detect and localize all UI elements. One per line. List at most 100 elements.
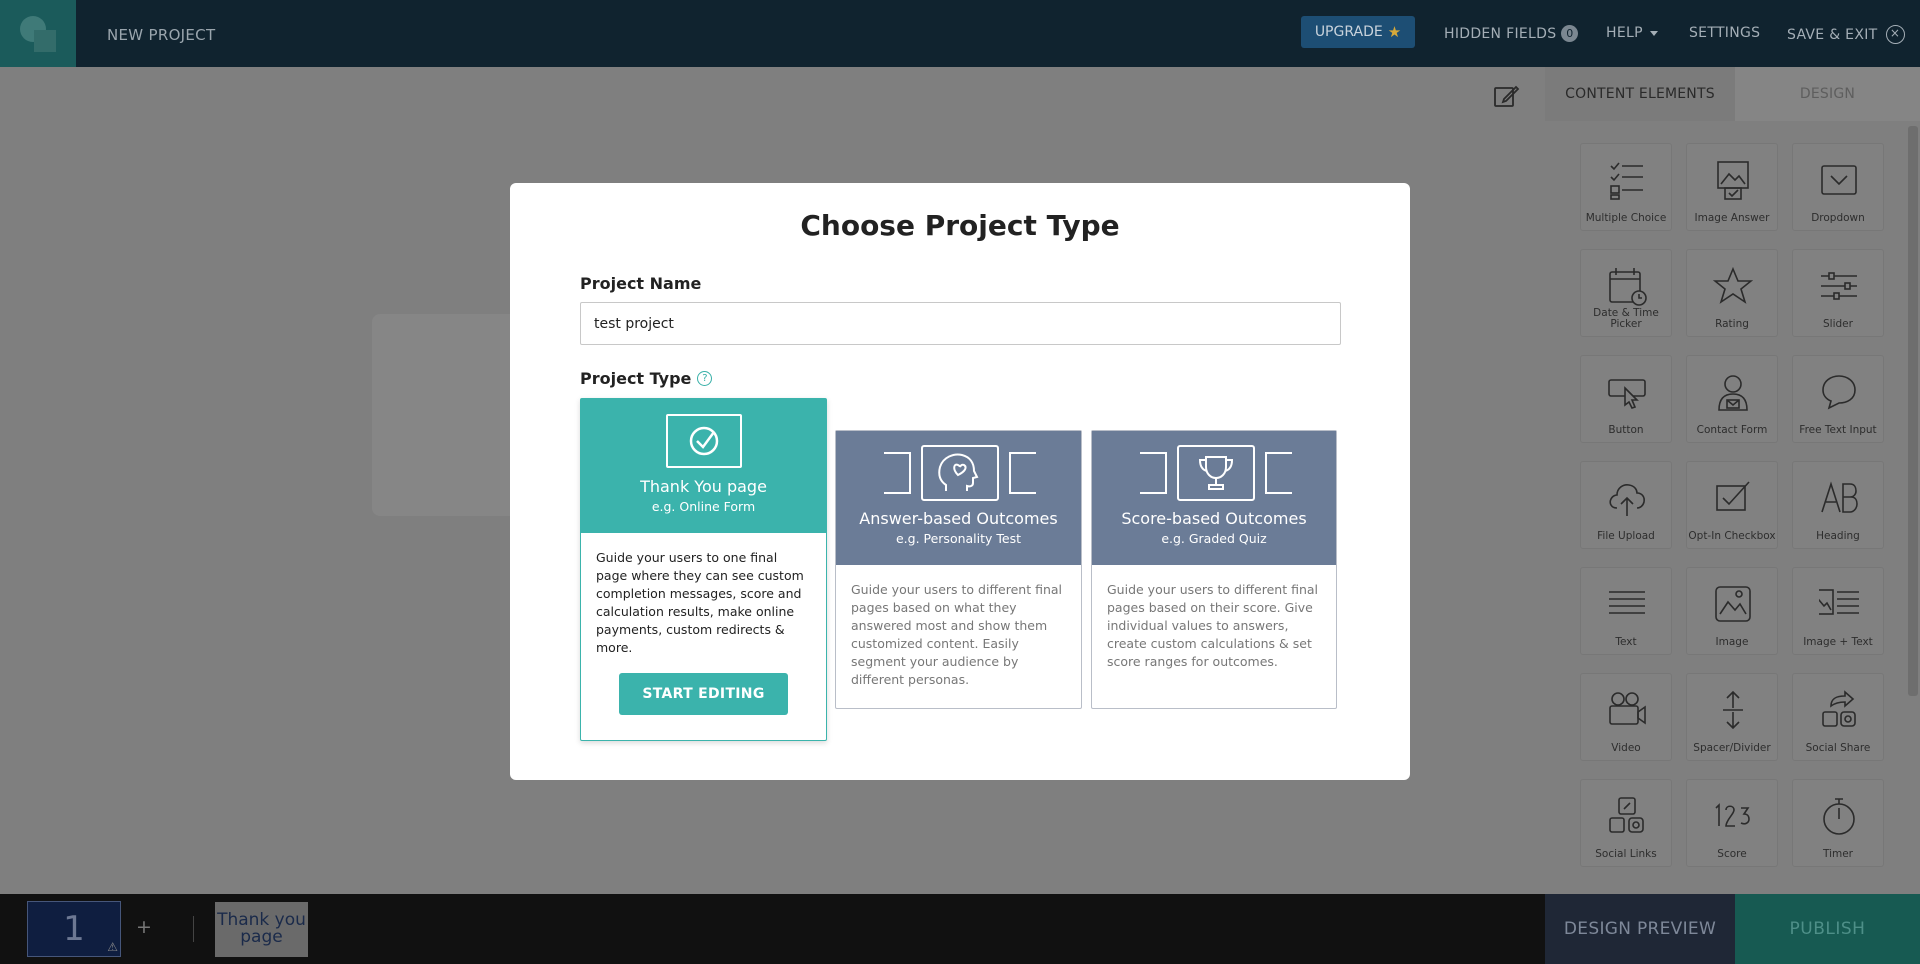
project-name-input[interactable] [580,302,1341,345]
element-social-links[interactable]: Social Links [1580,779,1672,867]
element-label: Multiple Choice [1585,212,1667,224]
app-logo[interactable] [0,0,76,67]
panel-scrollbar[interactable] [1908,126,1918,696]
element-heading[interactable]: Heading [1792,461,1884,549]
element-label: Contact Form [1696,424,1768,436]
card-header: Score-based Outcomes e.g. Graded Quiz [1092,431,1336,565]
element-image-text[interactable]: Image + Text [1792,567,1884,655]
element-label: File Upload [1597,530,1655,542]
element-label: Date & Time Picker [1593,307,1659,330]
element-label: Score [1717,848,1747,860]
settings-label: SETTINGS [1689,25,1761,41]
choose-project-type-modal: Choose Project Type Project Name Project… [510,183,1410,780]
slider-icon [1821,272,1857,300]
element-dropdown[interactable]: Dropdown [1792,143,1884,231]
speech-bubble-icon [1822,375,1856,410]
element-image-answer[interactable]: Image Answer [1686,143,1778,231]
close-icon: × [1885,25,1905,44]
element-label: Social Links [1595,848,1657,860]
card-title: Answer-based Outcomes [859,509,1058,528]
project-name-label: Project Name [580,274,702,293]
video-camera-icon [1609,692,1646,725]
card-title: Score-based Outcomes [1121,509,1307,528]
element-date-time-picker[interactable]: Date & Time Picker [1580,249,1672,337]
element-spacer-divider[interactable]: Spacer/Divider [1686,673,1778,761]
element-image[interactable]: Image [1686,567,1778,655]
project-type-card-answer-based[interactable]: Answer-based Outcomes e.g. Personality T… [835,430,1082,709]
element-label: Opt-In Checkbox [1688,530,1776,542]
contact-icon [1718,375,1748,411]
edit-icon[interactable] [1492,82,1520,110]
upgrade-button[interactable]: UPGRADE ★ [1301,16,1415,48]
element-score[interactable]: Score [1686,779,1778,867]
image-answer-icon [1717,161,1749,200]
checkmark-icon [666,414,742,468]
cursor-icon [1608,379,1646,409]
card-header: Answer-based Outcomes e.g. Personality T… [836,431,1081,565]
element-label: Text [1615,636,1637,648]
start-editing-button[interactable]: START EDITING [619,673,788,715]
project-title[interactable]: NEW PROJECT [107,26,215,44]
save-exit-button[interactable]: SAVE & EXIT × [1787,25,1905,44]
chevron-down-icon [1649,30,1658,36]
element-video[interactable]: Video [1580,673,1672,761]
element-timer[interactable]: Timer [1792,779,1884,867]
element-social-share[interactable]: Social Share [1792,673,1884,761]
element-label: Heading [1816,530,1860,542]
element-label: Free Text Input [1799,424,1877,436]
hidden-fields-count-badge: 0 [1561,25,1579,42]
settings-button[interactable]: SETTINGS [1689,25,1760,41]
element-label: Spacer/Divider [1693,742,1771,754]
card-subtitle: e.g. Online Form [651,499,756,514]
head-heart-icon [884,445,1036,501]
warning-icon: ⚠ [107,940,118,954]
project-type-card-thank-you[interactable]: Thank You page e.g. Online Form Guide yo… [580,398,827,741]
element-label: Image Answer [1694,212,1770,224]
thank-you-page-thumbnail[interactable]: Thank you page [215,902,308,957]
element-label: Dropdown [1811,212,1865,224]
element-slider[interactable]: Slider [1792,249,1884,337]
tab-design[interactable]: DESIGN [1735,67,1920,121]
project-type-card-score-based[interactable]: Score-based Outcomes e.g. Graded Quiz Gu… [1091,430,1337,709]
multiple-choice-icon [1610,162,1643,200]
card-description: Guide your users to different final page… [1107,582,1319,669]
top-bar: NEW PROJECT UPGRADE ★ HIDDEN FIELDS 0 HE… [0,0,1920,67]
help-label: HELP [1606,25,1643,41]
element-free-text-input[interactable]: Free Text Input [1792,355,1884,443]
heading-icon [1821,481,1858,513]
element-opt-in-checkbox[interactable]: Opt-In Checkbox [1686,461,1778,549]
element-file-upload[interactable]: File Upload [1580,461,1672,549]
hidden-fields-label: HIDDEN FIELDS [1444,25,1557,42]
element-label: Image [1715,636,1749,648]
design-preview-button[interactable]: DESIGN PREVIEW [1545,894,1735,964]
canvas-page-card [372,314,532,516]
divider [193,916,194,942]
page-thumbnail[interactable]: 1 ⚠ [27,901,121,957]
trophy-icon [1140,445,1292,501]
score-icon [1715,803,1750,827]
spacer-icon [1723,690,1743,730]
tab-content-elements[interactable]: CONTENT ELEMENTS [1545,67,1735,121]
help-menu[interactable]: HELP [1606,25,1658,41]
element-rating[interactable]: Rating [1686,249,1778,337]
image-text-icon [1819,589,1859,615]
element-label: Button [1608,424,1644,436]
add-page-button[interactable]: + [136,916,152,938]
element-multiple-choice[interactable]: Multiple Choice [1580,143,1672,231]
card-header: Thank You page e.g. Online Form [581,399,826,533]
card-subtitle: e.g. Graded Quiz [1161,531,1267,546]
checkbox-icon [1716,481,1750,511]
help-icon[interactable]: ? [697,371,713,386]
element-text[interactable]: Text [1580,567,1672,655]
hidden-fields-button[interactable]: HIDDEN FIELDS 0 [1444,25,1579,42]
element-button[interactable]: Button [1580,355,1672,443]
card-title: Thank You page [640,477,767,496]
card-subtitle: e.g. Personality Test [895,531,1022,546]
publish-button[interactable]: PUBLISH [1735,894,1920,964]
share-icon [1822,690,1856,727]
element-label: Social Share [1805,742,1871,754]
element-contact-form[interactable]: Contact Form [1686,355,1778,443]
calendar-icon [1609,268,1647,306]
star-icon [1713,266,1753,304]
project-type-label: Project Type [580,369,692,388]
